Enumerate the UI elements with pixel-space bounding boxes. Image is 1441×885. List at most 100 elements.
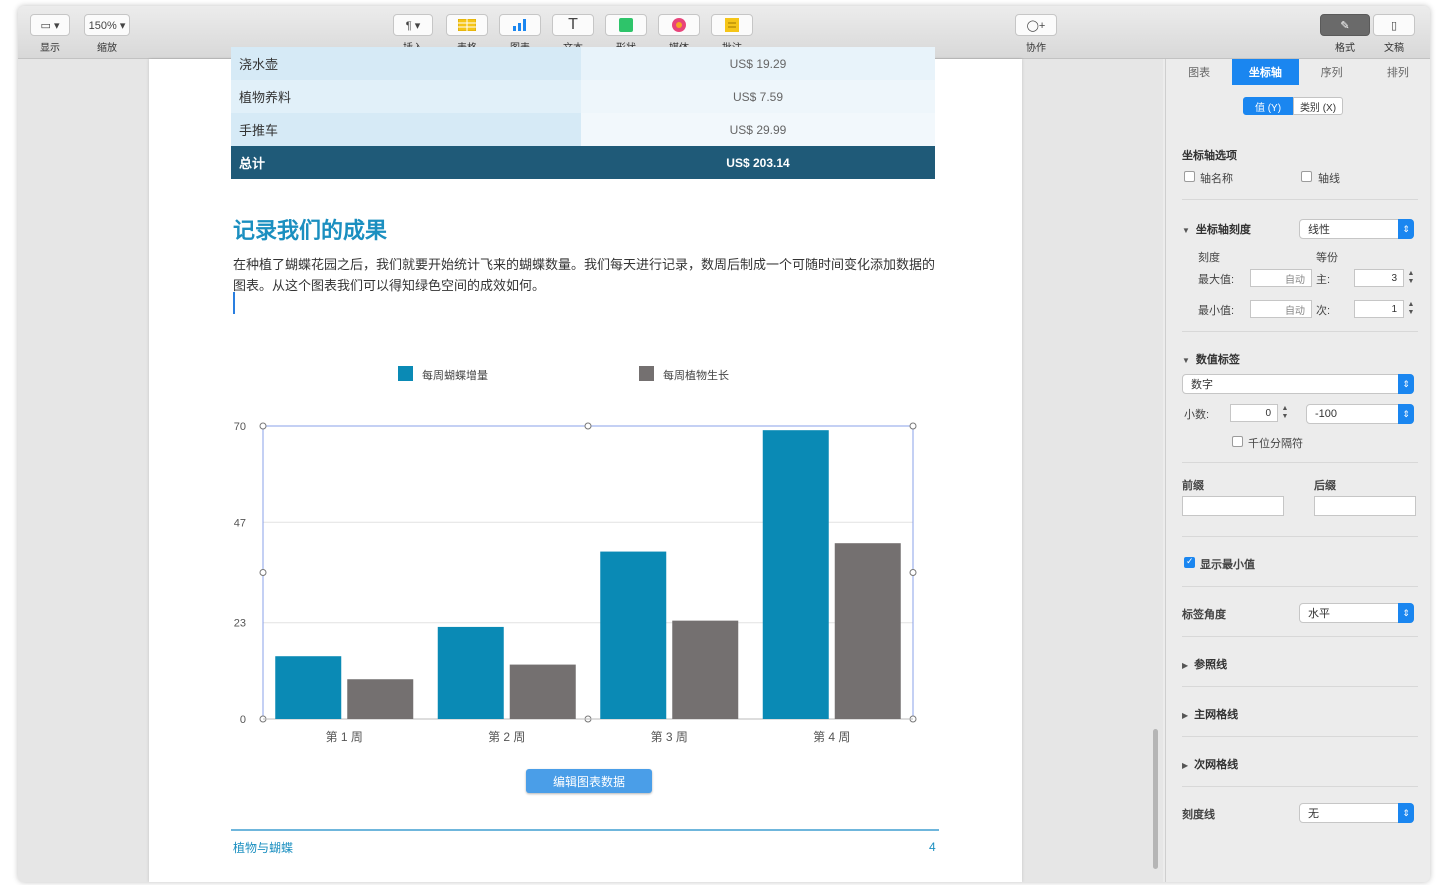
minor-gridlines-title: 次网格线: [1194, 759, 1239, 771]
number-format-select[interactable]: 数字 ⇕: [1182, 374, 1414, 394]
major-steps-field[interactable]: 3: [1354, 269, 1404, 287]
sidebar-icon[interactable]: ▭ ▾: [30, 14, 70, 36]
x-tick-label: 第 2 周: [488, 730, 525, 744]
tick-marks-select[interactable]: 无 ⇕: [1299, 803, 1414, 823]
chart-icon[interactable]: [499, 14, 541, 36]
bar: [762, 430, 829, 719]
axis-options-title: 坐标轴选项: [1182, 150, 1237, 162]
document-button[interactable]: ▯ 文稿: [1373, 14, 1415, 54]
bar-chart[interactable]: 0 23 47 70 第 1 周 第 2 周 第 3 周 第 4 周 每周蝴蝶增量 每周植物生长: [149, 59, 1022, 819]
minor-stepper[interactable]: ▲ ▼: [1406, 300, 1416, 318]
document-icon[interactable]: ▯: [1373, 14, 1415, 36]
major-gridlines-section[interactable]: ▶ 主网格线: [1182, 706, 1238, 722]
zoom-label: 缩放: [97, 43, 117, 54]
tab-axis[interactable]: 坐标轴: [1232, 59, 1299, 85]
inspector-tabs: 图表 坐标轴 序列 排列: [1166, 59, 1430, 85]
zoom-select[interactable]: 150% ▾: [84, 14, 130, 36]
collaborate-button[interactable]: ◯+ 协作: [1015, 14, 1057, 54]
paintbrush-icon[interactable]: ✎: [1320, 14, 1370, 36]
divider: [1182, 736, 1418, 737]
selection-handle: [584, 422, 592, 430]
bar: [347, 679, 414, 719]
divider: [1182, 331, 1418, 332]
collaborate-icon[interactable]: ◯+: [1015, 14, 1057, 36]
popup-arrows-icon: ⇕: [1398, 803, 1414, 823]
number-format-value: 数字: [1191, 379, 1213, 391]
legend-label: 每周蝴蝶增量: [422, 368, 488, 382]
footer-title[interactable]: 植物与蝴蝶: [233, 839, 293, 856]
decimals-stepper[interactable]: ▲ ▼: [1280, 404, 1290, 422]
thousands-separator-label: 千位分隔符: [1248, 438, 1303, 450]
minor-gridlines-section[interactable]: ▶ 次网格线: [1182, 756, 1238, 772]
axis-scale-section[interactable]: ▼ 坐标轴刻度: [1182, 221, 1251, 237]
disclosure-closed-icon: ▶: [1182, 711, 1189, 720]
axis-name-checkbox[interactable]: [1184, 171, 1195, 182]
min-value-field[interactable]: 自动: [1250, 300, 1312, 318]
divider: [1182, 536, 1418, 537]
decimals-label: 小数:: [1184, 409, 1210, 421]
label-angle-select[interactable]: 水平 ⇕: [1299, 603, 1414, 623]
format-button[interactable]: ✎ 格式: [1320, 14, 1370, 54]
max-label: 最大值:: [1198, 274, 1235, 286]
selection-handle: [259, 422, 267, 430]
pages-window: ▭ ▾ 显示 150% ▾ 缩放 ¶ ▾ 插入 表格 图表 T 文本: [18, 6, 1430, 882]
tab-chart[interactable]: 图表: [1166, 59, 1232, 85]
steps-label: 等份: [1316, 252, 1338, 264]
axis-scale-value: 线性: [1308, 224, 1330, 236]
divider: [1182, 586, 1418, 587]
popup-arrows-icon: ⇕: [1398, 404, 1414, 424]
negative-format-select[interactable]: -100 ⇕: [1306, 404, 1414, 424]
prefix-label: 前缀: [1182, 480, 1204, 492]
axis-scale-title: 坐标轴刻度: [1195, 224, 1251, 236]
minor-steps-field[interactable]: 1: [1354, 300, 1404, 318]
value-labels-section[interactable]: ▼ 数值标签: [1182, 351, 1240, 367]
table-icon[interactable]: [446, 14, 488, 36]
major-label: 主:: [1316, 274, 1331, 286]
minor-label: 次:: [1316, 305, 1331, 317]
max-value-field[interactable]: 自动: [1250, 269, 1312, 287]
x-tick-label: 第 4 周: [813, 730, 850, 744]
divider: [1182, 199, 1418, 200]
decimals-field[interactable]: 0: [1230, 404, 1278, 422]
segment-value-y[interactable]: 值 (Y): [1243, 97, 1293, 115]
y-tick-label: 70: [234, 421, 246, 433]
view-menu[interactable]: ▭ ▾ 显示: [30, 14, 70, 54]
reference-lines-title: 参照线: [1194, 659, 1228, 671]
zoom-menu[interactable]: 150% ▾ 缩放: [84, 14, 130, 54]
popup-arrows-icon: ⇕: [1398, 374, 1414, 394]
thousands-separator-checkbox[interactable]: [1232, 436, 1243, 447]
legend-swatch: [639, 366, 654, 381]
reference-lines-section[interactable]: ▶ 参照线: [1182, 656, 1227, 672]
axis-segmented-control: 值 (Y) 类别 (X): [1243, 97, 1343, 115]
edit-chart-data-button[interactable]: 编辑图表数据: [526, 769, 652, 793]
label-angle-label: 标签角度: [1182, 609, 1226, 621]
page[interactable]: 浇水壶 US$ 19.29 植物养料 US$ 7.59 手推车 US$ 29.9…: [149, 47, 1022, 882]
format-inspector: 图表 坐标轴 序列 排列 值 (Y) 类别 (X) 坐标轴选项 轴名称 轴线 ▼…: [1165, 59, 1430, 882]
media-icon[interactable]: [658, 14, 700, 36]
tick-marks-label: 刻度线: [1182, 809, 1215, 821]
label-angle-value: 水平: [1308, 608, 1330, 620]
popup-arrows-icon: ⇕: [1398, 219, 1414, 239]
text-icon[interactable]: T: [552, 14, 594, 36]
scale-label: 刻度: [1198, 252, 1220, 264]
disclosure-open-icon: ▼: [1182, 226, 1190, 235]
axis-scale-select[interactable]: 线性 ⇕: [1299, 219, 1414, 239]
major-stepper[interactable]: ▲ ▼: [1406, 269, 1416, 287]
vertical-scrollbar[interactable]: [1153, 729, 1158, 869]
document-label: 文稿: [1384, 43, 1404, 54]
min-label: 最小值:: [1198, 305, 1235, 317]
suffix-field[interactable]: [1314, 496, 1416, 516]
paragraph-icon[interactable]: ¶ ▾: [393, 14, 433, 36]
document-canvas[interactable]: 浇水壶 US$ 19.29 植物养料 US$ 7.59 手推车 US$ 29.9…: [18, 47, 1163, 882]
show-min-checkbox[interactable]: [1184, 556, 1195, 568]
tab-series[interactable]: 序列: [1299, 59, 1365, 85]
prefix-field[interactable]: [1182, 496, 1284, 516]
tab-arrange[interactable]: 排列: [1365, 59, 1430, 85]
segment-category-x[interactable]: 类别 (X): [1293, 97, 1343, 115]
collaborate-label: 协作: [1026, 43, 1046, 54]
axis-line-checkbox[interactable]: [1301, 171, 1312, 182]
shape-icon[interactable]: [605, 14, 647, 36]
comment-icon[interactable]: [711, 14, 753, 36]
popup-arrows-icon: ⇕: [1398, 603, 1414, 623]
y-tick-label: 0: [240, 714, 246, 726]
